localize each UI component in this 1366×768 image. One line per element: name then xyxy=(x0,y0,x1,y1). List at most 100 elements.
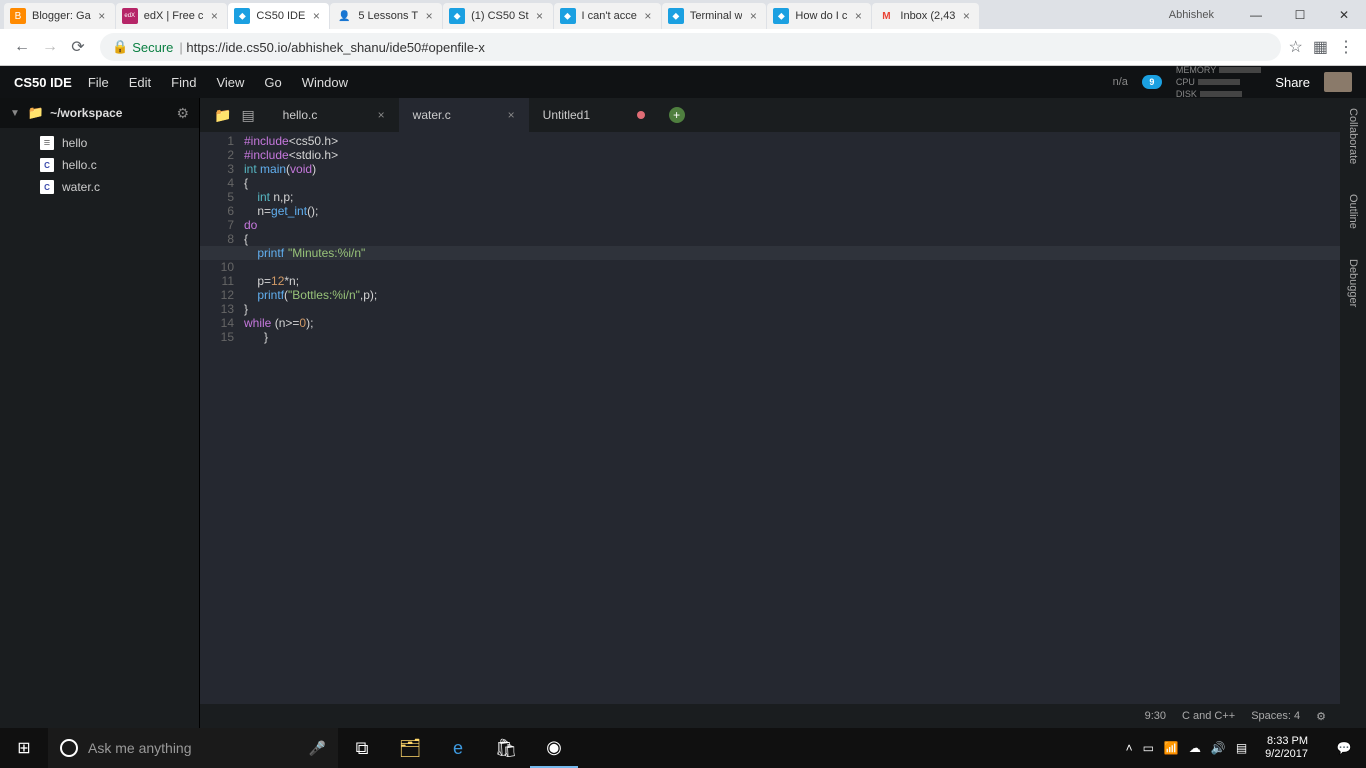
close-icon[interactable]: × xyxy=(358,108,385,122)
browser-tab-edx[interactable]: edX edX | Free c × xyxy=(116,3,228,29)
menu-find[interactable]: Find xyxy=(171,75,196,90)
browser-tab-terminal[interactable]: ⬥ Terminal w × xyxy=(662,3,767,29)
browser-tab-cs50ide[interactable]: ⬥ CS50 IDE × xyxy=(228,3,329,29)
rail-collaborate[interactable]: Collaborate xyxy=(1347,108,1359,164)
notification-icon[interactable]: 💬 xyxy=(1326,728,1362,768)
battery-icon[interactable]: ▭ xyxy=(1143,741,1154,755)
share-button[interactable]: Share xyxy=(1275,75,1310,90)
menu-file[interactable]: File xyxy=(88,75,109,90)
cortana-search[interactable]: Ask me anything 🎤 xyxy=(48,728,338,768)
forward-button[interactable]: → xyxy=(36,33,64,61)
file-explorer-icon[interactable]: 🗂 xyxy=(386,728,434,768)
chrome-icon[interactable]: ◉ xyxy=(530,728,578,768)
gear-icon[interactable]: ⚙ xyxy=(176,105,189,122)
menu-icon[interactable]: ⋮ xyxy=(1338,37,1354,57)
c-file-icon: C xyxy=(40,180,54,194)
ide-main: ▼ 📁 ~/workspace ⚙ ≡ hello C hello.c C wa… xyxy=(0,98,1366,728)
gmail-icon: M xyxy=(878,8,894,24)
browser-tab-inbox[interactable]: M Inbox (2,43 × xyxy=(872,3,979,29)
panel-icon[interactable]: ▤ xyxy=(241,107,254,124)
chevron-up-icon[interactable]: ˄ xyxy=(1126,741,1133,755)
browser-tab-cantaccess[interactable]: ⬥ I can't acce × xyxy=(554,3,661,29)
edge-icon[interactable]: e xyxy=(434,728,482,768)
minimize-button[interactable]: — xyxy=(1234,0,1278,29)
back-button[interactable]: ← xyxy=(8,33,36,61)
file-item-water-c[interactable]: C water.c xyxy=(0,176,199,198)
text-file-icon: ≡ xyxy=(40,136,54,150)
url-field[interactable]: 🔒 Secure | https://ide.cs50.io/abhishek_… xyxy=(100,33,1281,61)
task-view-icon[interactable]: ⧉ xyxy=(338,728,386,768)
url-text: https://ide.cs50.io/abhishek_shanu/ide50… xyxy=(186,40,485,55)
editor-area: 📁 ▤ hello.c × water.c × Untitled1 + 1234… xyxy=(200,98,1340,728)
browser-tab-lessons[interactable]: 👤 5 Lessons T × xyxy=(330,3,442,29)
cpu-label: CPU xyxy=(1176,77,1195,87)
ide-menubar: CS50 IDE File Edit Find View Go Window n… xyxy=(0,66,1366,98)
reload-button[interactable]: ⟳ xyxy=(64,33,92,61)
store-icon[interactable]: 🛍 xyxy=(482,728,530,768)
tab-title: I can't acce xyxy=(582,10,637,22)
memory-bar xyxy=(1219,67,1261,73)
cloud-icon[interactable]: 9 xyxy=(1142,75,1162,89)
start-button[interactable]: ⊞ xyxy=(0,728,48,768)
code-editor[interactable]: 123456789101112131415 #include<cs50.h> #… xyxy=(200,132,1340,704)
onedrive-icon[interactable]: ☁ xyxy=(1189,741,1201,755)
close-icon[interactable]: × xyxy=(851,9,865,23)
gear-icon[interactable]: ⚙ xyxy=(1316,710,1326,723)
close-icon[interactable]: × xyxy=(959,9,973,23)
wifi-icon[interactable]: 📶 xyxy=(1164,741,1179,755)
clock[interactable]: 8:33 PM 9/2/2017 xyxy=(1257,735,1316,761)
close-icon[interactable]: × xyxy=(746,9,760,23)
file-item-hello-c[interactable]: C hello.c xyxy=(0,154,199,176)
close-icon[interactable]: × xyxy=(207,9,221,23)
c-file-icon: C xyxy=(40,158,54,172)
open-folder-icon[interactable]: 📁 xyxy=(214,107,231,124)
star-icon[interactable]: ☆ xyxy=(1289,37,1303,57)
mic-icon[interactable]: 🎤 xyxy=(309,740,326,757)
input-icon[interactable]: ▤ xyxy=(1236,741,1247,755)
indent-mode[interactable]: Spaces: 4 xyxy=(1251,710,1300,722)
close-icon[interactable]: × xyxy=(422,9,436,23)
close-icon[interactable]: × xyxy=(488,108,515,122)
cursor-position[interactable]: 9:30 xyxy=(1145,710,1166,722)
file-name: hello xyxy=(62,136,87,150)
cloud9-icon: ⬥ xyxy=(449,8,465,24)
close-icon[interactable]: × xyxy=(533,9,547,23)
browser-tab-cs50stack[interactable]: ⬥ (1) CS50 St × xyxy=(443,3,552,29)
browser-tab-howdoi[interactable]: ⬥ How do I c × xyxy=(767,3,871,29)
editor-tab-untitled[interactable]: Untitled1 xyxy=(529,98,659,132)
rail-outline[interactable]: Outline xyxy=(1347,194,1359,229)
date-text: 9/2/2017 xyxy=(1265,748,1308,761)
close-button[interactable]: ✕ xyxy=(1322,0,1366,29)
rail-debugger[interactable]: Debugger xyxy=(1347,259,1359,307)
tab-title: CS50 IDE xyxy=(256,10,305,22)
close-icon[interactable]: × xyxy=(309,9,323,23)
code-content[interactable]: #include<cs50.h> #include<stdio.h> int m… xyxy=(240,132,1340,704)
browser-tab-blogger[interactable]: B Blogger: Ga × xyxy=(4,3,115,29)
editor-tab-water-c[interactable]: water.c × xyxy=(399,98,529,132)
close-icon[interactable]: × xyxy=(95,9,109,23)
editor-tab-hello-c[interactable]: hello.c × xyxy=(269,98,399,132)
cortana-placeholder: Ask me anything xyxy=(88,740,192,756)
close-icon[interactable]: × xyxy=(641,9,655,23)
workspace-header[interactable]: ▼ 📁 ~/workspace ⚙ xyxy=(0,98,199,128)
menu-go[interactable]: Go xyxy=(264,75,281,90)
extension-icon[interactable]: ▦ xyxy=(1313,37,1328,57)
file-item-hello[interactable]: ≡ hello xyxy=(0,132,199,154)
windows-icon: ⊞ xyxy=(17,738,30,758)
menu-window[interactable]: Window xyxy=(302,75,348,90)
volume-icon[interactable]: 🔊 xyxy=(1211,741,1226,755)
language-mode[interactable]: C and C++ xyxy=(1182,710,1235,722)
ide-brand[interactable]: CS50 IDE xyxy=(14,75,72,90)
add-tab-button[interactable]: + xyxy=(669,107,685,123)
menu-view[interactable]: View xyxy=(216,75,244,90)
line-gutter: 123456789101112131415 xyxy=(200,132,240,704)
disk-bar xyxy=(1200,91,1242,97)
avatar[interactable] xyxy=(1324,72,1352,92)
tab-title: Terminal w xyxy=(690,10,743,22)
active-line-highlight xyxy=(200,246,1340,260)
menu-edit[interactable]: Edit xyxy=(129,75,151,90)
time-text: 8:33 PM xyxy=(1265,735,1308,748)
chrome-profile[interactable]: Abhishek xyxy=(1149,0,1234,29)
windows-taskbar: ⊞ Ask me anything 🎤 ⧉ 🗂 e 🛍 ◉ ˄ ▭ 📶 ☁ 🔊 … xyxy=(0,728,1366,768)
maximize-button[interactable]: ☐ xyxy=(1278,0,1322,29)
